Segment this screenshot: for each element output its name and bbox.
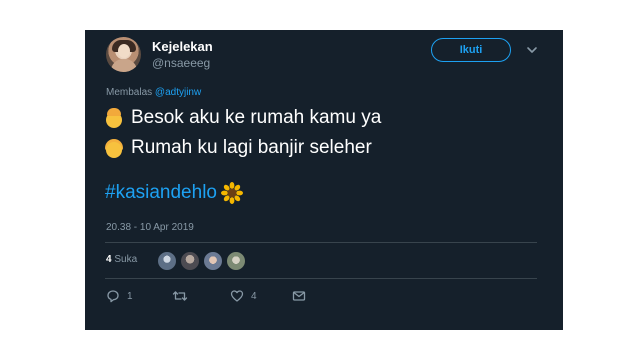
reply-count: 1 <box>127 290 133 302</box>
message-button[interactable] <box>292 289 306 303</box>
tweet-line-2: Rumah ku lagi banjir seleher <box>105 137 372 159</box>
boy-emoji-icon <box>105 108 123 128</box>
timestamp[interactable]: 20.38 - 10 Apr 2019 <box>106 222 194 233</box>
sunflower-icon <box>220 182 243 204</box>
like-count: 4 <box>251 290 257 302</box>
liker-avatar[interactable] <box>157 251 177 271</box>
avatar-body <box>111 59 137 72</box>
message-icon <box>292 289 306 303</box>
divider <box>105 278 537 279</box>
reply-prefix: Membalas <box>106 87 153 98</box>
liker-avatar[interactable] <box>226 251 246 271</box>
retweet-button[interactable] <box>172 289 230 303</box>
chevron-down-icon[interactable] <box>525 43 539 57</box>
user-handle[interactable]: @nsaeeeg <box>152 56 210 70</box>
follow-button[interactable]: Ikuti <box>431 38 511 62</box>
display-name[interactable]: Kejelekan <box>152 39 213 54</box>
girl-emoji-icon <box>105 138 123 158</box>
divider <box>105 242 537 243</box>
liker-avatar[interactable] <box>203 251 223 271</box>
avatar[interactable] <box>106 37 141 72</box>
likes-label: Suka <box>114 254 138 265</box>
action-bar: 1 4 <box>106 289 306 303</box>
tweet-card: Kejelekan @nsaeeeg Ikuti Membalas @adtyj… <box>85 30 563 330</box>
reply-context: Membalas @adtyjinw <box>106 87 201 98</box>
likes-count: 4 <box>106 254 112 265</box>
likes-summary[interactable]: 4 Suka <box>106 254 137 265</box>
reply-button[interactable]: 1 <box>106 289 172 303</box>
hashtag-link[interactable]: #kasiandehlo <box>105 182 217 204</box>
reply-icon <box>106 289 120 303</box>
like-button[interactable]: 4 <box>230 289 292 303</box>
heart-icon <box>230 289 244 303</box>
reply-mention[interactable]: @adtyjinw <box>155 87 201 98</box>
retweet-icon <box>172 289 188 303</box>
liker-avatars <box>157 251 246 271</box>
tweet-text-line-2: Rumah ku lagi banjir seleher <box>131 137 372 158</box>
avatar-face <box>118 44 130 58</box>
liker-avatar[interactable] <box>180 251 200 271</box>
hashtag-line: #kasiandehlo <box>105 182 243 204</box>
tweet-text-line-1: Besok aku ke rumah kamu ya <box>131 107 382 128</box>
tweet-line-1: Besok aku ke rumah kamu ya <box>105 107 381 129</box>
